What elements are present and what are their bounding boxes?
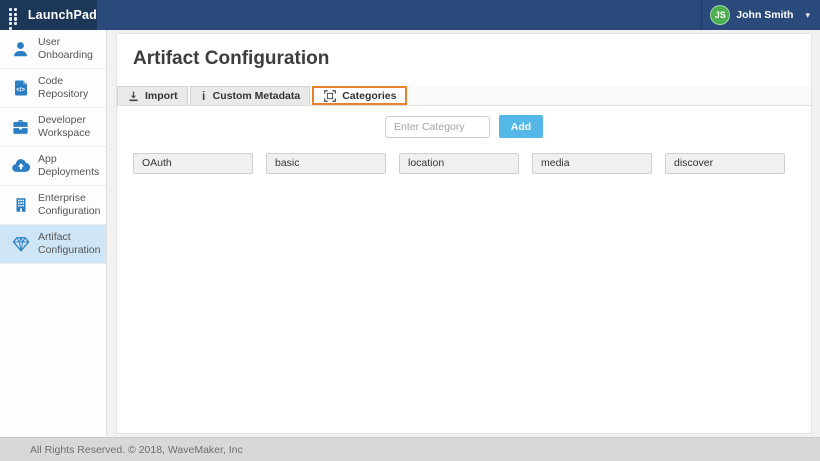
crop-frame-icon: [323, 89, 337, 103]
sidebar: User Onboarding </> Code Repository Deve…: [0, 30, 107, 437]
tab-label: Categories: [342, 90, 396, 102]
category-input[interactable]: [385, 116, 490, 138]
sidebar-item-developer-workspace[interactable]: Developer Workspace: [0, 108, 106, 147]
app-footer: All Rights Reserved. © 2018, WaveMaker, …: [0, 437, 820, 461]
chevron-down-icon: ▾: [805, 10, 810, 21]
category-chip[interactable]: media: [532, 153, 652, 174]
sidebar-item-code-repository[interactable]: </> Code Repository: [0, 69, 106, 108]
app-title: LaunchPad: [28, 8, 97, 22]
body-row: User Onboarding </> Code Repository Deve…: [0, 30, 820, 437]
header-spacer: [97, 0, 701, 30]
tab-label: Custom Metadata: [213, 90, 301, 102]
category-chip[interactable]: OAuth: [133, 153, 253, 174]
page-title: Artifact Configuration: [117, 34, 811, 86]
sidebar-item-user-onboarding[interactable]: User Onboarding: [0, 30, 106, 69]
sidebar-item-label: Developer Workspace: [38, 114, 102, 140]
sidebar-item-label: Code Repository: [38, 75, 102, 101]
sidebar-item-enterprise-configuration[interactable]: Enterprise Configuration: [0, 186, 106, 225]
main-content: Artifact Configuration Import i Custom M…: [107, 30, 820, 437]
user-icon: [10, 40, 31, 59]
tab-custom-metadata[interactable]: i Custom Metadata: [190, 86, 311, 105]
avatar: JS: [710, 5, 730, 25]
add-button[interactable]: Add: [499, 115, 543, 138]
sidebar-item-label: App Deployments: [38, 153, 102, 179]
artifact-configuration-panel: Artifact Configuration Import i Custom M…: [116, 33, 812, 434]
sidebar-item-app-deployments[interactable]: App Deployments: [0, 147, 106, 186]
category-chip[interactable]: location: [399, 153, 519, 174]
briefcase-icon: [10, 118, 31, 137]
cloud-upload-icon: [10, 156, 31, 176]
category-chip[interactable]: discover: [665, 153, 785, 174]
sidebar-item-artifact-configuration[interactable]: Artifact Configuration: [0, 225, 106, 264]
copyright-text: All Rights Reserved. © 2018, WaveMaker, …: [30, 444, 243, 456]
category-list: OAuth basic location media discover: [117, 153, 811, 174]
info-icon: i: [200, 89, 208, 103]
launchpad-app: LaunchPad JS John Smith ▾ User Onboardin…: [0, 0, 820, 461]
app-header: LaunchPad JS John Smith ▾: [0, 0, 820, 30]
brand[interactable]: LaunchPad: [0, 0, 97, 30]
sidebar-item-label: User Onboarding: [38, 36, 102, 62]
user-menu[interactable]: JS John Smith ▾: [701, 0, 820, 30]
apps-grid-icon: [9, 8, 21, 22]
tab-import[interactable]: Import: [117, 86, 188, 105]
user-name: John Smith: [736, 9, 793, 21]
categories-tab-content: Add OAuth basic location media discover: [117, 106, 811, 433]
gem-icon: [10, 234, 31, 254]
category-chip[interactable]: basic: [266, 153, 386, 174]
add-category-row: Add: [117, 115, 811, 138]
download-icon: [127, 90, 140, 103]
sidebar-item-label: Enterprise Configuration: [38, 192, 102, 218]
tab-categories[interactable]: Categories: [312, 86, 407, 105]
code-file-icon: </>: [10, 79, 31, 97]
svg-text:</>: </>: [16, 87, 25, 93]
sidebar-item-label: Artifact Configuration: [38, 231, 102, 257]
tab-label: Import: [145, 90, 178, 102]
tabbar: Import i Custom Metadata Categories: [117, 86, 811, 106]
building-icon: [10, 196, 31, 214]
